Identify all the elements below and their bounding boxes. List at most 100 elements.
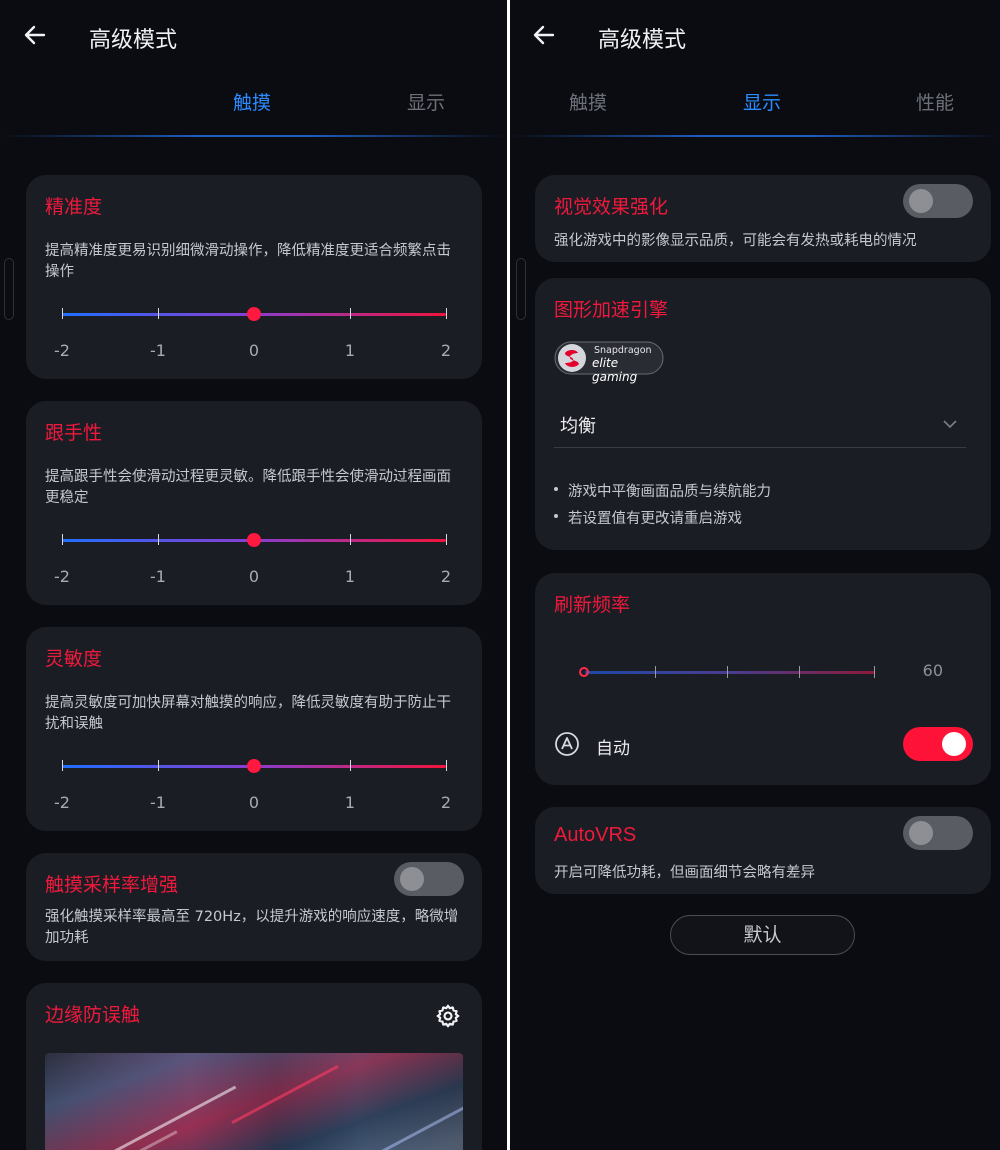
tab-touch[interactable]: 触摸 <box>233 88 271 115</box>
auto-label: 自动 <box>596 739 630 759</box>
slider-label: 2 <box>440 793 452 812</box>
auto-mode-icon <box>555 732 579 756</box>
slider-label: 1 <box>344 793 356 812</box>
back-arrow-icon[interactable] <box>22 22 48 48</box>
graphics-note: 若设置值有更改请重启游戏 <box>554 507 742 528</box>
logo-text-bottom: elite gaming <box>592 356 638 384</box>
chevron-down-icon <box>943 420 957 429</box>
toggle-knob <box>909 189 933 213</box>
edge-preview-image <box>45 1053 463 1150</box>
slider-thumb[interactable] <box>247 307 261 321</box>
tab-touch[interactable]: 触摸 <box>569 88 607 115</box>
tracking-slider[interactable]: -2 -1 0 1 2 <box>54 529 451 589</box>
visual-toggle[interactable] <box>903 184 973 218</box>
sampling-toggle[interactable] <box>394 862 464 896</box>
slider-tick <box>62 760 63 771</box>
graphics-note: 游戏中平衡画面品质与续航能力 <box>554 480 771 501</box>
tab-display[interactable]: 显示 <box>407 88 445 115</box>
slider-label: 2 <box>440 341 452 360</box>
tab-performance[interactable]: 性能 <box>916 88 954 115</box>
tab-bar: 触摸 显示 性能 <box>510 88 1000 128</box>
visual-card: 视觉效果强化 强化游戏中的影像显示品质，可能会有发热或耗电的情况 <box>535 175 991 262</box>
slider-tick <box>655 666 656 678</box>
slider-label: 0 <box>248 793 260 812</box>
refresh-rate-value: 60 <box>922 661 943 680</box>
tab-underline <box>510 135 1000 137</box>
slider-label: 0 <box>248 567 260 586</box>
refresh-card: 刷新频率 60 自动 <box>535 573 991 785</box>
precision-title: 精准度 <box>45 196 103 218</box>
refresh-rate-slider[interactable] <box>579 663 875 683</box>
precision-card: 精准度 提高精准度更易识别细微滑动操作，降低精准度更适合频繁点击操作 -2 -1 0… <box>26 175 482 379</box>
side-handle <box>4 258 14 320</box>
slider-label: -1 <box>150 567 166 586</box>
toggle-knob <box>942 732 966 756</box>
gear-icon[interactable] <box>435 1003 461 1029</box>
slider-thumb[interactable] <box>579 667 589 677</box>
back-arrow-icon[interactable] <box>531 22 557 48</box>
autovrs-description: 开启可降低功耗，但画面细节会略有差异 <box>554 865 815 881</box>
autovrs-toggle[interactable] <box>903 816 973 850</box>
display-settings-panel: 高级模式 触摸 显示 性能 视觉效果强化 强化游戏中的影像显示品质，可能会有发热… <box>510 0 1000 1150</box>
autovrs-card: AutoVRS 开启可降低功耗，但画面细节会略有差异 <box>535 807 991 894</box>
slider-tick <box>446 308 447 319</box>
slider-tick <box>874 666 875 678</box>
sampling-card: 触摸采样率增强 强化触摸采样率最高至 720Hz，以提升游戏的响应速度，略微增加… <box>26 853 482 961</box>
logo-text-top: Snapdragon <box>594 345 652 356</box>
slider-label: -2 <box>54 793 70 812</box>
graphics-mode-value: 均衡 <box>560 416 596 437</box>
graphics-mode-select[interactable]: 均衡 <box>554 402 966 448</box>
slider-label: 1 <box>344 341 356 360</box>
page-title: 高级模式 <box>89 28 178 53</box>
sensitivity-slider[interactable]: -2 -1 0 1 2 <box>54 755 451 815</box>
visual-description: 强化游戏中的影像显示品质，可能会有发热或耗电的情况 <box>554 233 917 249</box>
tab-display[interactable]: 显示 <box>743 88 781 115</box>
page-title: 高级模式 <box>598 28 687 53</box>
slider-label: -1 <box>150 341 166 360</box>
autovrs-title: AutoVRS <box>554 824 637 846</box>
tracking-title: 跟手性 <box>45 422 103 444</box>
slider-tick <box>158 534 159 545</box>
slider-label: 1 <box>344 567 356 586</box>
edge-card: 边缘防误触 <box>26 983 482 1150</box>
slider-thumb[interactable] <box>247 533 261 547</box>
graphics-title: 图形加速引擎 <box>554 299 669 321</box>
default-button[interactable]: 默认 <box>670 915 855 955</box>
graphics-card: 图形加速引擎 Snapdragon elite gaming 均衡 游戏中平衡画… <box>535 278 991 550</box>
slider-tick <box>446 534 447 545</box>
slider-tick <box>350 534 351 545</box>
toggle-knob <box>909 821 933 845</box>
slider-tick <box>799 666 800 678</box>
slider-tick <box>62 534 63 545</box>
visual-title: 视觉效果强化 <box>554 196 669 218</box>
precision-slider[interactable]: -2 -1 0 1 2 <box>54 303 451 363</box>
slider-track <box>585 671 875 674</box>
slider-tick <box>158 308 159 319</box>
edge-title: 边缘防误触 <box>45 1004 141 1026</box>
precision-description: 提高精准度更易识别细微滑动操作，降低精准度更适合频繁点击操作 <box>45 243 451 280</box>
sensitivity-title: 灵敏度 <box>45 648 103 670</box>
slider-tick <box>727 666 728 678</box>
slider-label: 2 <box>440 567 452 586</box>
slider-thumb[interactable] <box>247 759 261 773</box>
slider-tick <box>350 308 351 319</box>
sensitivity-description: 提高灵敏度可加快屏幕对触摸的响应，降低灵敏度有助于防止干扰和误触 <box>45 695 451 732</box>
slider-tick <box>158 760 159 771</box>
touch-settings-panel: 高级模式 触摸 显示 精准度 提高精准度更易识别细微滑动操作，降低精准度更适合频… <box>0 0 507 1150</box>
sampling-title: 触摸采样率增强 <box>45 874 179 896</box>
slider-label: -1 <box>150 793 166 812</box>
slider-tick <box>62 308 63 319</box>
side-handle <box>516 258 526 320</box>
slider-label: -2 <box>54 341 70 360</box>
snapdragon-logo: Snapdragon elite gaming <box>554 340 664 384</box>
slider-label: -2 <box>54 567 70 586</box>
tab-underline <box>0 135 507 137</box>
sampling-description: 强化触摸采样率最高至 720Hz，以提升游戏的响应速度，略微增加功耗 <box>45 909 459 946</box>
slider-tick <box>350 760 351 771</box>
tracking-card: 跟手性 提高跟手性会使滑动过程更灵敏。降低跟手性会使滑动过程画面更稳定 -2 -1… <box>26 401 482 605</box>
slider-tick <box>446 760 447 771</box>
auto-refresh-toggle[interactable] <box>903 727 973 761</box>
refresh-title: 刷新频率 <box>554 594 631 616</box>
toggle-knob <box>400 867 424 891</box>
sensitivity-card: 灵敏度 提高灵敏度可加快屏幕对触摸的响应，降低灵敏度有助于防止干扰和误触 -2-… <box>26 627 482 831</box>
